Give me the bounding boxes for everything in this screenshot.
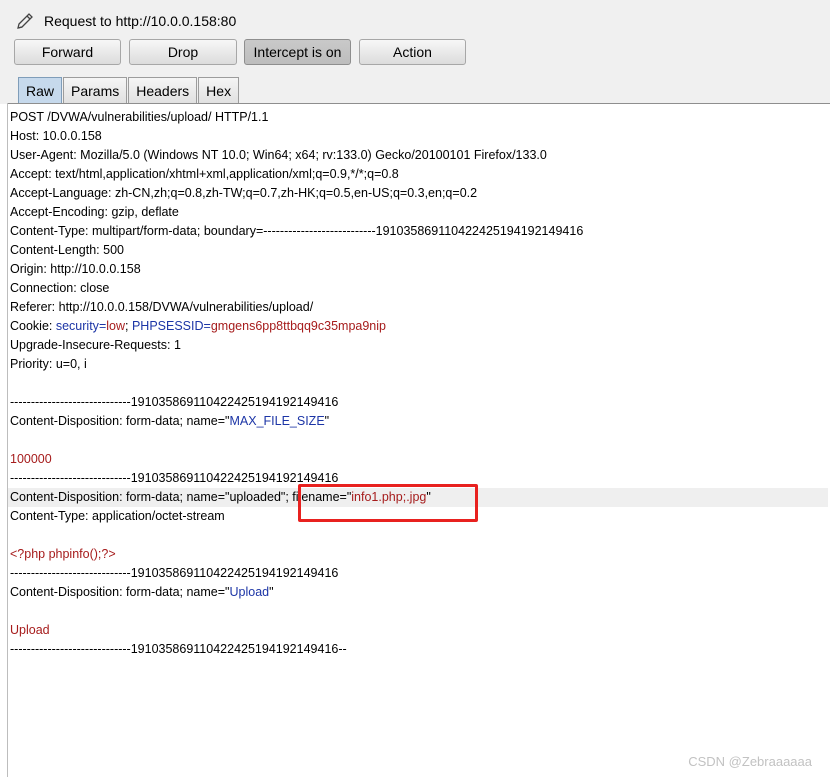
referer-header: Referer: http://10.0.0.158/DVWA/vulnerab… <box>10 300 314 314</box>
cd1-name: MAX_FILE_SIZE <box>229 414 325 428</box>
boundary-line: -----------------------------19103586911… <box>10 395 339 409</box>
cookie-separator: ; <box>125 319 132 333</box>
watermark: CSDN @Zebraaaaaa <box>688 754 812 769</box>
cd1-prefix: Content-Disposition: form-data; name=" <box>10 414 230 428</box>
accept-language-header: Accept-Language: zh-CN,zh;q=0.8,zh-TW;q=… <box>10 186 478 200</box>
intercept-toggle-button[interactable]: Intercept is on <box>244 39 351 65</box>
cookie-prefix: Cookie: <box>10 319 56 333</box>
max-file-size-value: 100000 <box>10 452 52 466</box>
content-type-header: Content-Type: multipart/form-data; bound… <box>10 224 584 238</box>
action-button[interactable]: Action <box>359 39 466 65</box>
window-title: Request to http://10.0.0.158:80 <box>44 13 237 29</box>
cd3-prefix: Content-Disposition: form-data; name=" <box>10 585 230 599</box>
user-agent-header: User-Agent: Mozilla/5.0 (Windows NT 10.0… <box>10 148 547 162</box>
tab-divider <box>7 103 830 104</box>
cookie-security-name: security <box>55 319 99 333</box>
pencil-icon <box>14 10 36 32</box>
editor-left-border <box>7 103 8 777</box>
request-header-panel: Request to http://10.0.0.158:80 Forward … <box>0 0 830 104</box>
final-boundary-line: -----------------------------19103586911… <box>10 642 347 656</box>
message-tabs: Raw Params Headers Hex <box>18 77 240 103</box>
cd1-suffix: " <box>324 414 330 428</box>
host-header: Host: 10.0.0.158 <box>10 129 102 143</box>
cd3-suffix: " <box>269 585 274 599</box>
cookie-session-eq: = <box>203 319 211 333</box>
tab-params[interactable]: Params <box>63 77 128 103</box>
upgrade-header: Upgrade-Insecure-Requests: 1 <box>10 338 181 352</box>
tab-headers[interactable]: Headers <box>128 77 198 103</box>
tab-raw[interactable]: Raw <box>18 77 63 103</box>
request-line: POST /DVWA/vulnerabilities/upload/ HTTP/… <box>10 110 269 124</box>
upload-value: Upload <box>10 623 50 637</box>
content-disposition-upload: Content-Disposition: form-data; name="Up… <box>10 583 828 602</box>
cookie-session-value: gmgens6pp8ttbqq9c35mpa9nip <box>210 319 386 333</box>
cookie-header: Cookie: security=low; PHPSESSID=gmgens6p… <box>10 317 828 336</box>
forward-button[interactable]: Forward <box>14 39 121 65</box>
filename-highlight-box <box>298 484 478 522</box>
content-disposition-max-file-size: Content-Disposition: form-data; name="MA… <box>10 412 828 431</box>
priority-header: Priority: u=0, i <box>10 357 87 371</box>
drop-button[interactable]: Drop <box>129 39 237 65</box>
content-length-header: Content-Length: 500 <box>10 243 124 257</box>
connection-header: Connection: close <box>10 281 110 295</box>
cd3-name: Upload <box>229 585 270 599</box>
raw-request-editor[interactable]: POST /DVWA/vulnerabilities/upload/ HTTP/… <box>8 108 828 659</box>
cookie-session-name: PHPSESSID <box>131 319 204 333</box>
file-content: <?php phpinfo();?> <box>10 547 116 561</box>
window-title-bar: Request to http://10.0.0.158:80 <box>14 10 236 32</box>
accept-encoding-header: Accept-Encoding: gzip, deflate <box>10 205 179 219</box>
boundary-line: -----------------------------19103586911… <box>10 566 339 580</box>
tab-hex[interactable]: Hex <box>198 77 240 103</box>
origin-header: Origin: http://10.0.0.158 <box>10 262 141 276</box>
accept-header: Accept: text/html,application/xhtml+xml,… <box>10 167 399 181</box>
cookie-security-value: low <box>106 319 126 333</box>
